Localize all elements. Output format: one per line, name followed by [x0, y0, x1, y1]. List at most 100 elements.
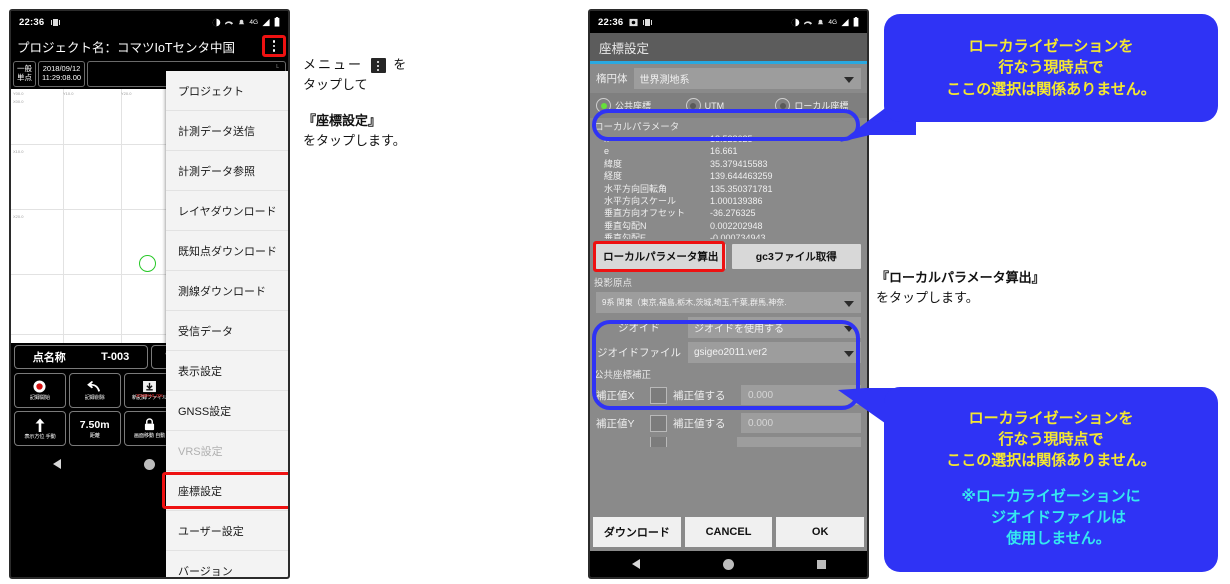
ellipsoid-select[interactable]: 世界測地系	[633, 68, 861, 89]
note-line-4: をタップします。	[303, 133, 406, 149]
status-left-icons	[50, 18, 61, 27]
status-right-icons: 4G	[791, 17, 859, 27]
menu-item-layer-download[interactable]: レイヤダウンロード	[166, 191, 288, 231]
home-circle-icon[interactable]	[143, 458, 155, 470]
overflow-menu[interactable]: プロジェクト 計測データ送信 計測データ参照 レイヤダウンロード 既知点ダウンロ…	[162, 71, 288, 578]
left-title-bar: プロジェクト名：コマツIoTセンタ中国	[11, 33, 288, 59]
menu-label: プロジェクト	[178, 85, 244, 98]
kebab-highlight-box	[262, 35, 286, 57]
back-triangle-icon[interactable]	[52, 459, 61, 469]
menu-item-vrs-settings: VRS設定	[166, 431, 288, 471]
menu-label: VRS設定	[178, 445, 223, 458]
menu-item-display-settings[interactable]: 表示設定	[166, 351, 288, 391]
menu-item-known-point-download[interactable]: 既知点ダウンロード	[166, 231, 288, 271]
note-line-1-b: を	[393, 57, 407, 72]
param-key: e	[604, 146, 610, 157]
correction-y-label: 補正値Y	[596, 417, 635, 430]
menu-label: 座標設定	[178, 485, 222, 498]
right-phone-screenshot: 22:36 4G 座標設定 楕円体 世界測地系 公共座標 UTM ローカル座標 …	[588, 9, 869, 579]
distance-button[interactable]: 7.50m 距離	[68, 411, 121, 446]
home-circle-icon[interactable]	[722, 558, 734, 570]
status-time: 22:36	[19, 16, 45, 28]
mute-bell-icon	[818, 19, 824, 24]
callout-bottom: ローカライゼーションを 行なう現時点で ここの選択は関係ありません。 ※ローカラ…	[884, 387, 1218, 572]
param-key: 水平方向スケール	[604, 196, 677, 207]
chevron-down-icon	[844, 76, 854, 83]
missed-call-icon	[225, 20, 234, 25]
calculate-button-highlight-box	[593, 241, 725, 273]
menu-item-survey-line-download[interactable]: 測線ダウンロード	[166, 271, 288, 311]
lock-icon	[144, 418, 155, 431]
point-name-cell[interactable]: 点名称 T-003	[14, 345, 148, 369]
right-note-line-2: をタップします。	[876, 290, 979, 306]
param-row: 垂直方向オフセット -36.276325	[604, 207, 863, 219]
display-direction-label: 表示方位 手動	[24, 433, 56, 440]
menu-item-send-data[interactable]: 計測データ送信	[166, 111, 288, 151]
menu-item-user-settings[interactable]: ユーザー設定	[166, 511, 288, 551]
menu-item-gnss-settings[interactable]: GNSS設定	[166, 391, 288, 431]
display-direction-button[interactable]: 表示方位 手動	[14, 411, 66, 446]
new-file-icon	[143, 380, 156, 392]
position-marker-icon	[139, 255, 156, 272]
projection-origin-value: 9系 関東（東京,福島,栃木,茨城,埼玉,千葉,群馬,神奈.	[602, 298, 787, 308]
network-type-label: 4G	[828, 18, 837, 26]
up-arrow-icon	[35, 418, 45, 432]
screen-move-label: 画面移動 自動	[133, 433, 166, 439]
ok-label: OK	[811, 526, 829, 538]
chip-timestamp[interactable]: 2018/09/12 11:29:08.00	[38, 61, 86, 87]
note-line-1-a: メニュー	[303, 57, 364, 72]
param-row: 経度 139.644463259	[604, 170, 863, 182]
cancel-button[interactable]: CANCEL	[684, 517, 773, 547]
callout-top-line-3: ここの選択は関係ありません。	[946, 80, 1156, 98]
menu-item-version[interactable]: バージョン	[166, 551, 288, 578]
callout-top-line-1: ローカライゼーションを	[968, 38, 1134, 56]
callout-bottom-line-1: ローカライゼーションを	[968, 409, 1134, 427]
chip-mode[interactable]: 一般 単点	[13, 61, 36, 87]
ellipsoid-value: 世界測地系	[639, 75, 690, 86]
menu-label: レイヤダウンロード	[178, 205, 277, 218]
projection-origin-select[interactable]: 9系 関東（東京,福島,栃木,茨城,埼玉,千葉,群馬,神奈.	[596, 292, 861, 314]
projection-geoid-blue-highlight	[592, 320, 860, 410]
correction-z-row-partial	[590, 437, 867, 448]
callout-top: ローカライゼーションを 行なう現時点で ここの選択は関係ありません。	[884, 14, 1218, 122]
back-triangle-icon[interactable]	[631, 559, 640, 569]
recents-square-icon[interactable]	[816, 559, 826, 569]
download-label: ダウンロード	[603, 527, 670, 539]
footer-buttons: ダウンロード CANCEL OK	[590, 513, 867, 551]
callout-bottom-note-line-1: ※ローカライゼーションに	[961, 487, 1141, 505]
vibrate-icon	[51, 18, 61, 26]
menu-item-refer-data[interactable]: 計測データ参照	[166, 151, 288, 191]
inline-overflow-menu-icon	[370, 58, 386, 74]
correction-y-checkbox[interactable]	[650, 414, 667, 432]
screenshot-icon	[629, 18, 638, 26]
param-key: 水平方向回転角	[604, 183, 668, 194]
menu-label: 既知点ダウンロード	[178, 245, 277, 258]
menu-label: 受信データ	[178, 325, 233, 338]
do-not-disturb-icon	[792, 18, 800, 26]
dialog-title: 座標設定	[590, 33, 867, 61]
left-phone-screenshot: 22:36 4G プロジェクト名：コマツIoTセンタ中国 一般 単点 2018/…	[9, 9, 290, 579]
param-row: 垂直勾配E -0.000734943	[604, 232, 863, 239]
local-parameters-table: n 18.528625 e 16.661 緯度 35.379415583 経度 139.…	[590, 133, 867, 239]
right-android-navbar	[590, 551, 867, 577]
record-delete-button[interactable]: 記録削除	[68, 373, 121, 408]
param-row: e 16.661	[604, 145, 863, 157]
status-left-icons	[629, 18, 653, 27]
param-key: 経度	[604, 171, 623, 182]
battery-icon	[853, 17, 859, 27]
menu-item-project[interactable]: プロジェクト	[166, 71, 288, 111]
ok-button[interactable]: OK	[776, 517, 865, 547]
note-line-2: タップして	[303, 77, 368, 93]
menu-item-coordinate-settings[interactable]: 座標設定	[162, 471, 288, 511]
param-row: 水平方向スケール 1.000139386	[604, 195, 863, 207]
get-gc3-file-button[interactable]: gc3ファイル取得	[731, 244, 861, 270]
menu-item-received-data[interactable]: 受信データ	[166, 311, 288, 351]
record-start-button[interactable]: 記録開始	[14, 373, 66, 408]
signal-icon	[262, 18, 270, 26]
param-value: 35.379415583	[710, 158, 768, 169]
status-time: 22:36	[598, 16, 624, 28]
param-value: 139.644463259	[710, 171, 773, 182]
callout-bottom-note-line-2: ジオイドファイルは	[975, 508, 1126, 526]
menu-label: バージョン	[178, 566, 233, 578]
download-button[interactable]: ダウンロード	[593, 517, 681, 547]
